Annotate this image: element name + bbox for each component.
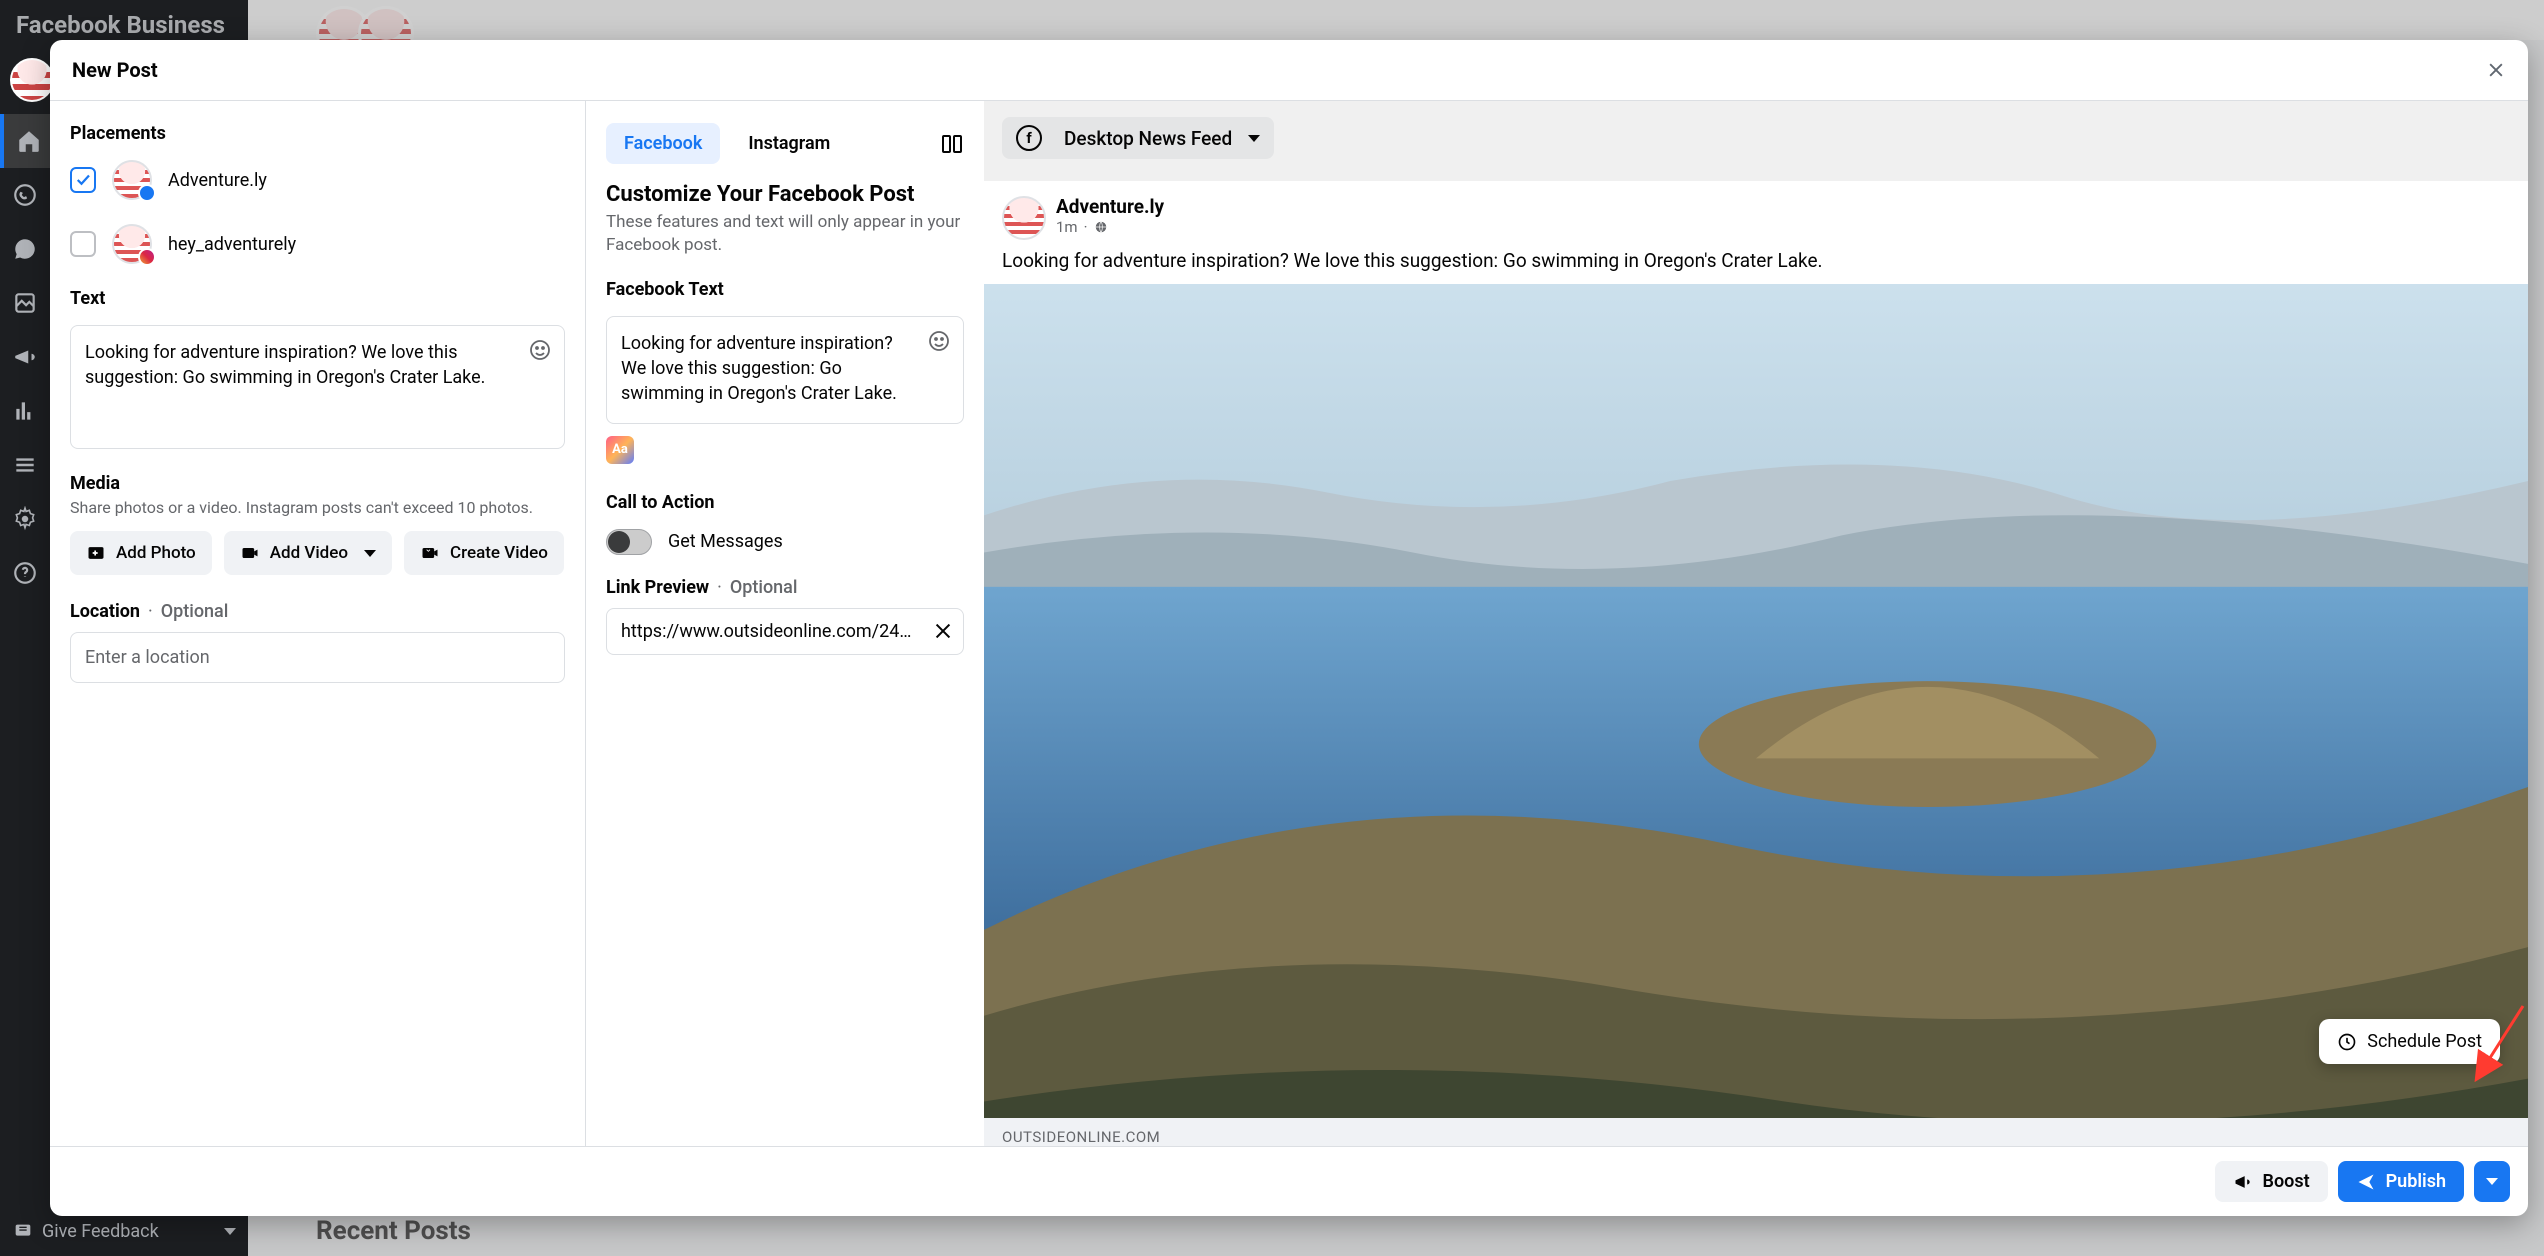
facebook-circle-icon: f: [1016, 125, 1042, 151]
publish-button[interactable]: Publish: [2338, 1161, 2464, 1202]
instagram-badge-icon: [138, 248, 156, 266]
compare-icon[interactable]: [940, 132, 964, 156]
fb-text-input[interactable]: Looking for adventure inspiration? We lo…: [606, 316, 964, 424]
chevron-down-icon: [364, 550, 376, 557]
fb-text-title: Facebook Text: [606, 279, 964, 300]
placement-checkbox-fb[interactable]: [70, 167, 96, 193]
placement-label: Adventure.ly: [168, 170, 267, 191]
create-video-icon: [420, 543, 440, 563]
photo-icon: [86, 543, 106, 563]
add-photo-button[interactable]: Add Photo: [70, 531, 212, 575]
btn-label: Add Video: [270, 543, 348, 563]
clock-icon: [2337, 1032, 2357, 1052]
col-preview: f Desktop News Feed Adventure.ly 1m ·: [984, 101, 2528, 1146]
send-icon: [2356, 1172, 2376, 1192]
btn-label: Add Photo: [116, 543, 196, 563]
app-title: Facebook Business: [0, 0, 248, 46]
avatar: [112, 224, 152, 264]
tab-facebook[interactable]: Facebook: [606, 123, 720, 164]
optional-label: Optional: [730, 577, 798, 598]
btn-label: Create Video: [450, 543, 548, 563]
cta-label: Get Messages: [668, 531, 783, 552]
new-post-modal: New Post Placements Adventure.ly hey_adv…: [50, 40, 2528, 1216]
close-icon[interactable]: [2486, 60, 2506, 80]
location-title: Location: [70, 601, 140, 622]
preview-page-name: Adventure.ly: [1056, 195, 1164, 218]
schedule-label: Schedule Post: [2367, 1031, 2482, 1052]
modal-footer: Boost Publish: [50, 1146, 2528, 1216]
col-customize: Facebook Instagram Customize Your Facebo…: [586, 101, 984, 1146]
media-subtext: Share photos or a video. Instagram posts…: [70, 498, 565, 517]
publish-menu-button[interactable]: [2474, 1161, 2510, 1202]
cta-toggle[interactable]: [606, 529, 652, 555]
modal-header: New Post: [50, 40, 2528, 101]
chevron-down-icon: [1248, 135, 1260, 142]
create-video-button[interactable]: Create Video: [404, 531, 564, 575]
preview-mode-label: Desktop News Feed: [1064, 127, 1232, 150]
modal-title: New Post: [72, 58, 158, 82]
placement-row[interactable]: hey_adventurely: [70, 224, 565, 264]
globe-icon: [1094, 220, 1108, 234]
post-text-input[interactable]: Looking for adventure inspiration? We lo…: [70, 325, 565, 449]
rail-avatar[interactable]: [10, 58, 54, 102]
placement-checkbox-ig[interactable]: [70, 231, 96, 257]
btn-label: Publish: [2386, 1171, 2446, 1192]
fb-text-value: Looking for adventure inspiration? We lo…: [621, 333, 897, 404]
optional-label: Optional: [161, 601, 229, 622]
post-text-value: Looking for adventure inspiration? We lo…: [85, 342, 485, 388]
video-icon: [240, 543, 260, 563]
preview-image: [984, 284, 2528, 1118]
emoji-icon[interactable]: [927, 329, 951, 353]
link-input[interactable]: https://www.outsideonline.com/2421…: [606, 608, 964, 655]
emoji-icon[interactable]: [528, 338, 552, 362]
customize-heading: Customize Your Facebook Post: [606, 182, 964, 207]
rail-feedback-label: Give Feedback: [42, 1221, 159, 1242]
link-value: https://www.outsideonline.com/2421…: [621, 621, 932, 642]
text-title: Text: [70, 288, 565, 309]
clear-icon[interactable]: [932, 620, 954, 642]
chevron-down-icon: [2486, 1178, 2498, 1185]
preview-card: Adventure.ly 1m · Looking for adventure …: [984, 181, 2528, 1146]
chevron-down-icon: [224, 1228, 236, 1235]
col-placements: Placements Adventure.ly hey_adventurely …: [50, 101, 586, 1146]
btn-label: Boost: [2263, 1171, 2310, 1192]
cta-title: Call to Action: [606, 492, 964, 513]
location-input[interactable]: [70, 632, 565, 683]
boost-button[interactable]: Boost: [2215, 1161, 2328, 1202]
tab-row: Facebook Instagram: [606, 123, 964, 164]
placement-row[interactable]: Adventure.ly: [70, 160, 565, 200]
preview-mode-select[interactable]: f Desktop News Feed: [1002, 117, 1274, 159]
megaphone-icon: [2233, 1172, 2253, 1192]
preview-body: Looking for adventure inspiration? We lo…: [984, 244, 2528, 284]
tab-instagram[interactable]: Instagram: [730, 123, 848, 164]
media-title: Media: [70, 473, 565, 494]
avatar: [112, 160, 152, 200]
facebook-badge-icon: [138, 184, 156, 202]
preview-domain: OUTSIDEONLINE.COM: [984, 1118, 2528, 1146]
placements-title: Placements: [70, 123, 565, 144]
preview-timestamp: 1m: [1056, 218, 1078, 236]
schedule-post-button[interactable]: Schedule Post: [2319, 1019, 2500, 1064]
add-video-button[interactable]: Add Video: [224, 531, 392, 575]
placement-label: hey_adventurely: [168, 234, 296, 255]
link-title: Link Preview: [606, 577, 709, 598]
text-background-icon[interactable]: Aa: [606, 436, 634, 464]
customize-sub: These features and text will only appear…: [606, 211, 964, 257]
location-label-row: Location · Optional: [70, 601, 565, 622]
